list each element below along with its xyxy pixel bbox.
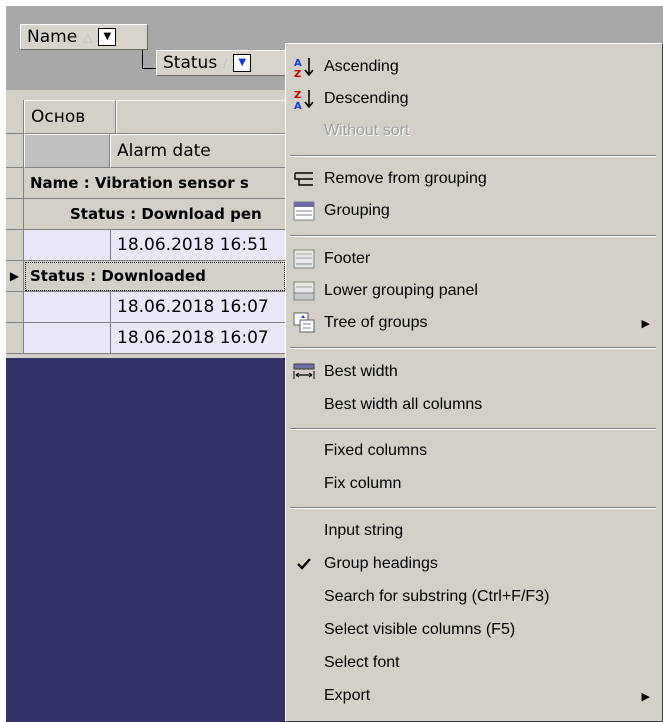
menu-item-search-substring[interactable]: Search for substring (Ctrl+F/F3) xyxy=(288,582,658,612)
footer-icon xyxy=(292,247,316,271)
menu-item-label: Descending xyxy=(324,90,409,107)
svg-text:Z: Z xyxy=(294,69,301,78)
band-header-row: Основ xyxy=(6,100,286,134)
menu-item-label: Tree of groups xyxy=(324,314,428,331)
menu-item-footer[interactable]: Footer xyxy=(288,244,658,274)
menu-item-label: Ascending xyxy=(324,58,399,75)
menu-item-label: Group headings xyxy=(324,555,438,572)
sort-indicator-icon: / xyxy=(223,56,228,70)
sort-indicator-icon: △ xyxy=(83,30,93,44)
menu-separator xyxy=(290,428,656,430)
menu-item-label: Best width all columns xyxy=(324,396,483,413)
menu-item-group-headings[interactable]: Group headings xyxy=(288,549,658,579)
group-chip-status[interactable]: Status / ▼ xyxy=(156,50,292,76)
row-indicator[interactable] xyxy=(6,323,24,354)
menu-item-label: Fixed columns xyxy=(324,442,428,459)
column-header-row: Alarm date xyxy=(6,134,286,168)
menu-item-best-width-all[interactable]: Best width all columns xyxy=(288,390,658,420)
menu-item-lower-grouping-panel[interactable]: Lower grouping panel xyxy=(288,276,658,306)
menu-item-fixed-columns[interactable]: Fixed columns xyxy=(288,436,658,466)
menu-item-label: Fix column xyxy=(324,475,402,492)
submenu-arrow-icon: ▶ xyxy=(641,690,650,703)
menu-separator xyxy=(290,235,656,237)
cell-alarm-date: 18.06.2018 16:07 xyxy=(110,292,269,322)
menu-item-ascending[interactable]: AZ Ascending xyxy=(288,52,658,82)
menu-item-label: Footer xyxy=(324,250,371,267)
menu-item-label: Export xyxy=(324,687,371,704)
group-chip-status-label: Status xyxy=(163,53,218,73)
best-width-icon xyxy=(292,360,316,384)
menu-item-label: Grouping xyxy=(324,202,390,219)
current-row-arrow-icon[interactable]: ▶ xyxy=(6,261,24,292)
table-row[interactable]: 18.06.2018 16:51 xyxy=(24,230,286,261)
row-indicator-header xyxy=(6,134,24,168)
menu-item-select-font[interactable]: Select font xyxy=(288,648,658,678)
chevron-down-icon[interactable]: ▼ xyxy=(233,54,252,72)
menu-item-export[interactable]: Export ▶ xyxy=(288,681,658,711)
menu-item-label: Lower grouping panel xyxy=(324,282,478,299)
table-row[interactable]: 18.06.2018 16:07 xyxy=(24,323,286,354)
checkmark-icon xyxy=(292,552,316,576)
menu-separator xyxy=(290,507,656,509)
menu-item-label: Input string xyxy=(324,522,404,539)
menu-item-label: Select font xyxy=(324,654,400,671)
tree-icon xyxy=(292,311,316,335)
group-row-selected[interactable]: Status : Downloaded xyxy=(24,261,286,292)
menu-item-label: Remove from grouping xyxy=(324,170,487,187)
menu-item-label: Without sort xyxy=(324,122,410,139)
menu-item-input-string[interactable]: Input string xyxy=(288,516,658,546)
chevron-down-icon[interactable]: ▼ xyxy=(98,28,117,46)
submenu-arrow-icon: ▶ xyxy=(641,317,650,330)
sort-az-icon: AZ xyxy=(292,55,316,79)
data-grid: Основ Alarm date Name : Vibration sensor… xyxy=(6,90,286,358)
menu-item-without-sort: Without sort xyxy=(288,116,658,146)
svg-text:Z: Z xyxy=(294,90,301,101)
row-indicator-header xyxy=(6,100,24,134)
row-indicator[interactable] xyxy=(6,292,24,323)
column-header-alarm-date[interactable]: Alarm date xyxy=(110,134,286,168)
sort-za-icon: ZA xyxy=(292,87,316,111)
menu-item-label: Select visible columns (F5) xyxy=(324,621,516,638)
menu-item-label: Search for substring (Ctrl+F/F3) xyxy=(324,588,550,605)
menu-item-grouping[interactable]: Grouping xyxy=(288,196,658,226)
svg-text:A: A xyxy=(294,58,302,69)
group-chip-name-label: Name xyxy=(27,27,78,47)
menu-separator xyxy=(290,155,656,157)
row-indicator[interactable] xyxy=(6,230,24,261)
row-indicator[interactable] xyxy=(6,199,24,230)
context-menu: AZ Ascending ZA Descending Without sort … xyxy=(285,43,663,722)
band-header[interactable]: Основ xyxy=(24,100,116,134)
table-row[interactable]: 18.06.2018 16:07 xyxy=(24,292,286,323)
group-row[interactable]: Status : Download pen xyxy=(24,199,286,230)
menu-item-best-width[interactable]: Best width xyxy=(288,357,658,387)
band-header-empty xyxy=(116,100,286,134)
group-chip-name[interactable]: Name △ ▼ xyxy=(20,24,148,50)
cell-alarm-date: 18.06.2018 16:07 xyxy=(110,323,269,353)
menu-item-label: Best width xyxy=(324,363,398,380)
menu-separator xyxy=(290,347,656,349)
menu-item-select-visible-columns[interactable]: Select visible columns (F5) xyxy=(288,615,658,645)
menu-item-remove-grouping[interactable]: Remove from grouping xyxy=(288,164,658,194)
row-indicator[interactable] xyxy=(6,168,24,199)
group-indent-header xyxy=(24,134,110,168)
menu-item-tree-of-groups[interactable]: Tree of groups ▶ xyxy=(288,308,658,338)
group-row[interactable]: Name : Vibration sensor s xyxy=(24,168,286,199)
grouping-icon xyxy=(292,199,316,223)
cell-alarm-date: 18.06.2018 16:51 xyxy=(110,230,269,260)
lower-panel-icon xyxy=(292,279,316,303)
menu-item-fix-column[interactable]: Fix column xyxy=(288,469,658,499)
remove-grouping-icon xyxy=(292,167,316,191)
svg-text:A: A xyxy=(294,101,302,110)
menu-item-descending[interactable]: ZA Descending xyxy=(288,84,658,114)
